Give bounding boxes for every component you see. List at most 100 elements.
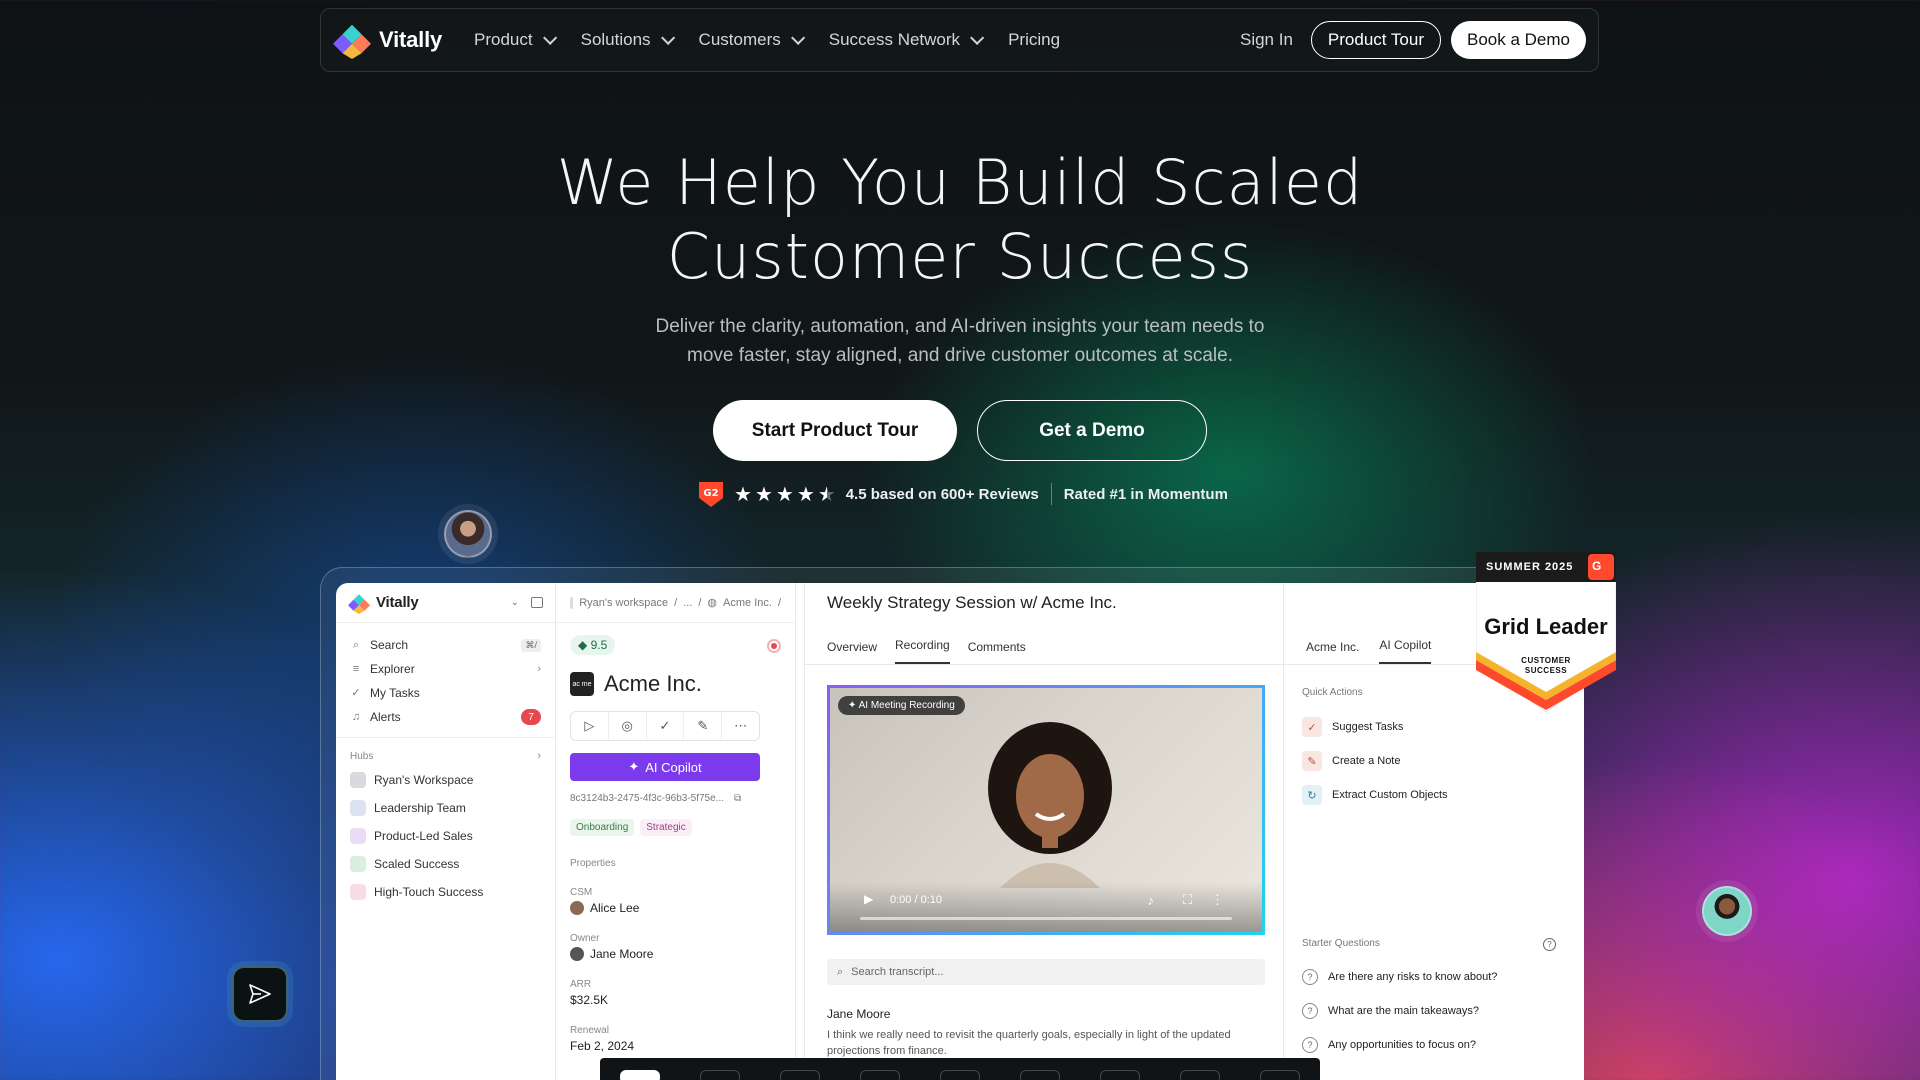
nav-customers[interactable]: Customers: [685, 20, 815, 60]
sign-in-link[interactable]: Sign In: [1232, 30, 1301, 50]
video-progress-bar[interactable]: [860, 917, 1232, 920]
nav-solutions[interactable]: Solutions: [567, 20, 685, 60]
task-icon: ✓: [1302, 717, 1322, 737]
account-header: ac me Acme Inc.: [570, 671, 702, 697]
nav-product-label: Product: [474, 30, 533, 49]
brand-name: Vitally: [379, 27, 443, 52]
nav-product[interactable]: Product: [460, 20, 567, 60]
transcript-search-input[interactable]: ⌕ Search transcript...: [827, 959, 1265, 985]
quick-action-create-note[interactable]: ✎ Create a Note: [1302, 751, 1400, 771]
transcript-search-placeholder: Search transcript...: [851, 966, 944, 978]
quick-action-label: Extract Custom Objects: [1332, 789, 1448, 801]
video-frame-person: [988, 722, 1112, 888]
meeting-video-player[interactable]: ✦ AI Meeting Recording ▶ 0:00 / 0:10 ♪ ⛶…: [827, 685, 1265, 935]
tour-step[interactable]: [1180, 1070, 1220, 1080]
nav-pricing[interactable]: Pricing: [994, 20, 1074, 60]
hubs-section-header[interactable]: Hubs ›: [336, 746, 555, 766]
star-icon: ★: [796, 483, 815, 506]
quick-action-suggest-tasks[interactable]: ✓ Suggest Tasks: [1302, 717, 1403, 737]
sidebar-toggle-icon[interactable]: [531, 597, 543, 608]
question-icon: ?: [1302, 1003, 1318, 1019]
nav-success-network[interactable]: Success Network: [815, 20, 994, 60]
send-message-button[interactable]: [232, 966, 288, 1022]
property-value-text: Jane Moore: [590, 947, 654, 961]
tab-recording[interactable]: Recording: [895, 638, 950, 664]
search-icon: ⌕: [837, 965, 844, 978]
database-icon: ≡: [352, 663, 360, 675]
hub-item-ryans-workspace[interactable]: Ryan's Workspace: [336, 766, 555, 794]
info-icon[interactable]: ?: [1543, 938, 1556, 951]
starter-question[interactable]: ? Are there any risks to know about?: [1302, 969, 1497, 985]
tab-comments[interactable]: Comments: [968, 640, 1026, 664]
get-demo-button[interactable]: Get a Demo: [977, 400, 1207, 461]
chevron-down-icon[interactable]: ⌄: [511, 597, 519, 608]
property-value-renewal[interactable]: Feb 2, 2024: [570, 1039, 634, 1053]
nav-success-network-label: Success Network: [828, 30, 961, 49]
record-indicator-icon[interactable]: [767, 639, 781, 653]
chevron-down-icon: [970, 30, 985, 45]
more-vertical-icon[interactable]: ⋮: [1211, 892, 1224, 908]
play-icon[interactable]: ▶: [864, 892, 873, 906]
app-preview: Vitally ⌄ ⌕ Search ⌘/ ≡ Explorer › ✓ My …: [336, 583, 1584, 1080]
globe-icon: ◍: [707, 597, 718, 609]
property-value-arr[interactable]: $32.5K: [570, 993, 608, 1007]
start-product-tour-button[interactable]: Start Product Tour: [713, 400, 957, 461]
task-icon[interactable]: ✓: [647, 712, 685, 740]
sidebar-item-alerts[interactable]: ♫ Alerts 7: [336, 705, 555, 729]
tab-acme[interactable]: Acme Inc.: [1306, 640, 1359, 664]
product-tour-button[interactable]: Product Tour: [1310, 21, 1441, 59]
nav-actions: Sign In Product Tour Book a Demo: [1232, 21, 1586, 59]
breadcrumb-current[interactable]: Acme Inc.: [723, 597, 772, 609]
starter-question[interactable]: ? Any opportunities to focus on?: [1302, 1037, 1476, 1053]
sales-icon: [350, 828, 366, 844]
breadcrumb-ellipsis[interactable]: ...: [683, 597, 692, 609]
more-icon[interactable]: ⋯: [722, 712, 759, 740]
ai-copilot-button[interactable]: ✦ AI Copilot: [570, 753, 760, 781]
edit-icon[interactable]: ✎: [684, 712, 723, 740]
ai-copilot-label: AI Copilot: [645, 759, 702, 775]
hub-item-label: Scaled Success: [374, 857, 460, 871]
sidebar-item-label: Search: [370, 638, 409, 652]
tour-step[interactable]: [780, 1070, 820, 1080]
nav-solutions-label: Solutions: [580, 30, 651, 49]
hub-item-high-touch-success[interactable]: High-Touch Success: [336, 878, 555, 906]
tab-ai-copilot[interactable]: AI Copilot: [1379, 638, 1432, 664]
send-icon[interactable]: ▷: [571, 712, 609, 740]
message-icon[interactable]: ◎: [609, 712, 647, 740]
hub-item-product-led-sales[interactable]: Product-Led Sales: [336, 822, 555, 850]
fullscreen-icon[interactable]: ⛶: [1183, 892, 1192, 908]
tag-strategic[interactable]: Strategic: [640, 819, 692, 836]
starter-question[interactable]: ? What are the main takeaways?: [1302, 1003, 1479, 1019]
starter-questions-label: Starter Questions: [1302, 938, 1380, 949]
brand-logo[interactable]: Vitally: [333, 21, 442, 59]
tour-step[interactable]: [940, 1070, 980, 1080]
hub-item-scaled-success[interactable]: Scaled Success: [336, 850, 555, 878]
tour-step[interactable]: [700, 1070, 740, 1080]
property-value-csm[interactable]: Alice Lee: [570, 901, 639, 915]
quick-action-extract-objects[interactable]: ↻ Extract Custom Objects: [1302, 785, 1448, 805]
volume-icon[interactable]: ♪: [1148, 893, 1155, 908]
property-value-owner[interactable]: Jane Moore: [570, 947, 653, 961]
tour-step[interactable]: [620, 1070, 660, 1080]
tab-overview[interactable]: Overview: [827, 640, 877, 664]
tour-step[interactable]: [1020, 1070, 1060, 1080]
tag-onboarding[interactable]: Onboarding: [570, 819, 635, 836]
tour-step[interactable]: [1100, 1070, 1140, 1080]
hub-item-leadership-team[interactable]: Leadership Team: [336, 794, 555, 822]
copy-icon[interactable]: ⧉: [734, 793, 741, 804]
health-score-badge: ◆ 9.5: [570, 635, 616, 655]
breadcrumb: Ryan's workspace / ... / ◍ Acme Inc. /: [556, 583, 795, 623]
sidebar-item-explorer[interactable]: ≡ Explorer ›: [336, 657, 555, 681]
tour-step[interactable]: [1260, 1070, 1300, 1080]
sidebar-item-label: Explorer: [370, 662, 415, 676]
sidebar-item-my-tasks[interactable]: ✓ My Tasks: [336, 681, 555, 705]
g2-grid-leader-badge: SUMMER 2025 G Grid Leader CUSTOMER SUCCE…: [1475, 551, 1617, 713]
sidebar-item-search[interactable]: ⌕ Search ⌘/: [336, 633, 555, 657]
meeting-panel: Weekly Strategy Session w/ Acme Inc. Ove…: [804, 583, 1284, 1080]
tour-step[interactable]: [860, 1070, 900, 1080]
chevron-down-icon: [542, 30, 557, 45]
award-title: Grid Leader: [1484, 614, 1608, 639]
breadcrumb-workspace[interactable]: Ryan's workspace: [579, 597, 668, 609]
nav-links: Product Solutions Customers Success Netw…: [460, 20, 1074, 60]
book-demo-button[interactable]: Book a Demo: [1451, 21, 1586, 59]
